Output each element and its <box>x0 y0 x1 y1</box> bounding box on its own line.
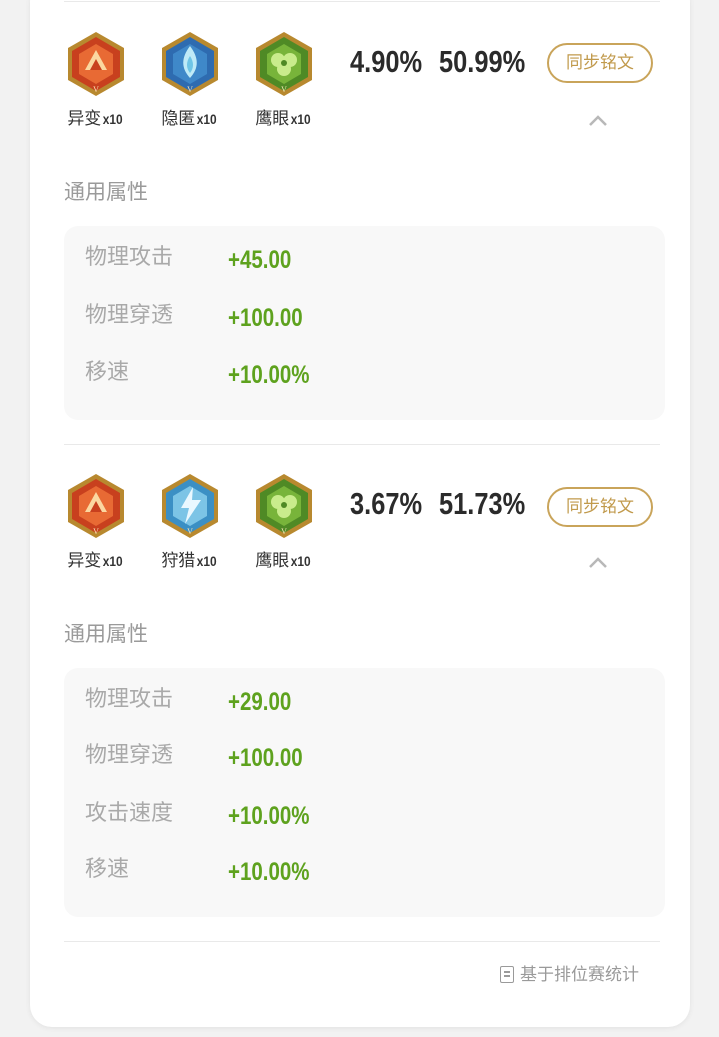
pick-rate: 4.90% <box>350 44 423 79</box>
chevron-up-icon[interactable] <box>588 556 608 570</box>
attribute-row: 物理穿透 +100.00 <box>64 736 665 776</box>
svg-text:V: V <box>93 527 99 536</box>
hawkeye-rune-icon: V <box>256 474 312 538</box>
attribute-row: 物理攻击 +29.00 <box>64 680 665 720</box>
mutation-rune-icon: V <box>68 32 124 96</box>
attribute-row: 物理攻击 +45.00 <box>64 238 665 278</box>
attribute-row: 物理穿透 +100.00 <box>64 296 665 336</box>
sync-rune-button[interactable]: 同步铭文 <box>547 487 653 527</box>
pick-rate: 3.67% <box>350 486 423 521</box>
attribute-value: +10.00% <box>228 802 310 830</box>
attribute-value: +45.00 <box>228 246 292 274</box>
divider <box>64 1 660 2</box>
ranked-stats-note: 基于排位赛统计 <box>500 962 639 988</box>
attribute-value: +10.00% <box>228 361 310 389</box>
attribute-name: 攻击速度 <box>85 801 174 826</box>
rune-label: 狩猎 x10 <box>161 551 217 571</box>
rune-item[interactable]: V 异变 x10 <box>61 472 131 571</box>
attribute-name: 物理攻击 <box>85 687 174 712</box>
rune-item[interactable]: V 隐匿 x10 <box>155 30 225 129</box>
attribute-name: 物理攻击 <box>85 245 174 270</box>
attribute-row: 移速 +10.00% <box>64 850 665 890</box>
chevron-up-icon[interactable] <box>588 114 608 128</box>
hawkeye-rune-icon: V <box>256 32 312 96</box>
attribute-panel: 物理攻击 +29.00 物理穿透 +100.00 攻击速度 +10.00% 移速… <box>64 668 665 917</box>
rune-item[interactable]: V 异变 x10 <box>61 30 131 129</box>
svg-text:V: V <box>187 527 193 536</box>
attribute-name: 物理穿透 <box>85 303 174 328</box>
section-title: 通用属性 <box>64 180 148 204</box>
rune-label: 鹰眼 x10 <box>255 109 311 129</box>
hunt-rune-icon: V <box>162 474 218 538</box>
svg-text:V: V <box>281 85 287 94</box>
win-rate: 50.99% <box>439 44 526 79</box>
rune-item[interactable]: V 鹰眼 x10 <box>249 30 319 129</box>
rune-label: 异变 x10 <box>67 109 123 129</box>
svg-text:V: V <box>93 85 99 94</box>
divider <box>64 444 660 445</box>
section-title: 通用属性 <box>64 622 148 646</box>
attribute-value: +10.00% <box>228 858 310 886</box>
footer-text: 基于排位赛统计 <box>520 965 639 985</box>
attribute-name: 物理穿透 <box>85 743 174 768</box>
attribute-value: +100.00 <box>228 304 303 332</box>
attribute-name: 移速 <box>85 857 130 882</box>
attribute-row: 攻击速度 +10.00% <box>64 794 665 834</box>
attribute-value: +29.00 <box>228 688 292 716</box>
attribute-row: 移速 +10.00% <box>64 353 665 393</box>
attribute-panel: 物理攻击 +45.00 物理穿透 +100.00 移速 +10.00% <box>64 226 665 420</box>
win-rate: 51.73% <box>439 486 526 521</box>
attribute-value: +100.00 <box>228 744 303 772</box>
rune-label: 鹰眼 x10 <box>255 551 311 571</box>
rune-item[interactable]: V 狩猎 x10 <box>155 472 225 571</box>
svg-text:V: V <box>187 85 193 94</box>
attribute-name: 移速 <box>85 360 130 385</box>
mutation-rune-icon: V <box>68 474 124 538</box>
rune-item[interactable]: V 鹰眼 x10 <box>249 472 319 571</box>
rune-label: 隐匿 x10 <box>161 109 217 129</box>
svg-text:V: V <box>281 527 287 536</box>
stealth-rune-icon: V <box>162 32 218 96</box>
sync-rune-button[interactable]: 同步铭文 <box>547 43 653 83</box>
rune-label: 异变 x10 <box>67 551 123 571</box>
divider <box>64 941 660 942</box>
document-icon <box>500 966 514 983</box>
